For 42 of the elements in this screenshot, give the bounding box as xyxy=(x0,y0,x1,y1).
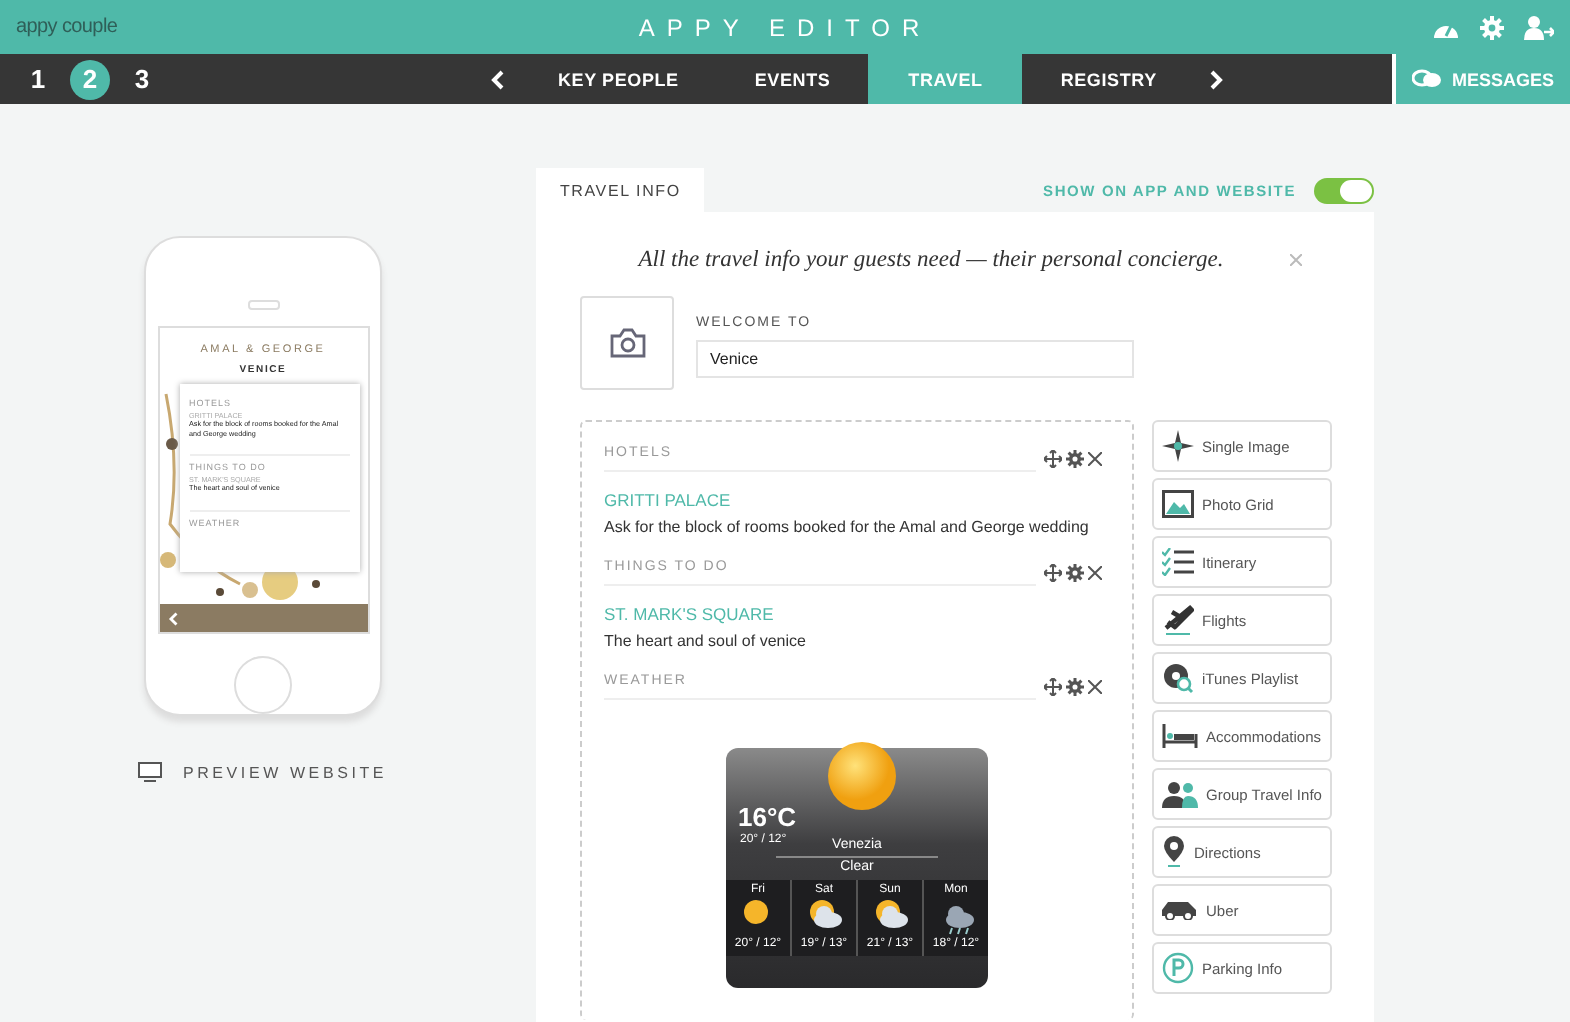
picture-icon xyxy=(1162,490,1194,519)
phone-speaker xyxy=(247,300,279,310)
move-icon[interactable] xyxy=(1044,450,1062,469)
step-button[interactable]: 1 xyxy=(18,59,58,99)
settings-icon[interactable] xyxy=(1066,678,1084,697)
intro-text: All the travel info your guests need — their personal concierge. xyxy=(635,248,1226,273)
item-description: Ask for the block of rooms booked for the Amal and George wedding xyxy=(604,518,1091,537)
editor-title: APPY EDITOR xyxy=(638,13,932,41)
close-icon[interactable] xyxy=(1088,566,1102,581)
checklist-icon xyxy=(1162,548,1194,577)
compass-star-icon xyxy=(1162,430,1194,463)
preview-website-link[interactable]: PREVIEW WEBSITE xyxy=(138,762,388,782)
music-search-icon xyxy=(1162,662,1194,695)
nav-tab[interactable]: EVENTS xyxy=(716,54,869,104)
car-icon xyxy=(1162,900,1198,921)
close-icon[interactable] xyxy=(1088,452,1102,467)
item-description: The heart and soul of venice xyxy=(604,632,808,651)
chevron-right-icon[interactable] xyxy=(1210,69,1225,89)
nav-tab[interactable]: REGISTRY xyxy=(1022,54,1195,104)
map-pin-icon xyxy=(1162,836,1186,869)
step-button[interactable]: 3 xyxy=(122,59,162,99)
camera-icon xyxy=(609,328,645,359)
item-name: ST. MARK'S SQUARE xyxy=(604,604,776,625)
parking-sign-icon xyxy=(1162,952,1194,985)
welcome-input[interactable]: Venice xyxy=(696,340,1134,379)
chevron-left-icon[interactable] xyxy=(490,69,504,89)
people-icon xyxy=(1162,780,1198,809)
airplane-icon xyxy=(1162,604,1194,637)
move-icon[interactable] xyxy=(1044,564,1062,583)
settings-icon[interactable] xyxy=(1066,450,1084,469)
close-icon[interactable] xyxy=(1088,680,1102,695)
move-icon[interactable] xyxy=(1044,678,1062,697)
photo-upload-button[interactable] xyxy=(580,296,674,391)
bed-icon xyxy=(1162,722,1198,751)
nav-tab[interactable]: KEY PEOPLE xyxy=(520,54,717,104)
item-name: GRITTI PALACE xyxy=(604,490,733,511)
settings-icon[interactable] xyxy=(1066,564,1084,583)
panel-tab[interactable]: TRAVEL INFO xyxy=(536,168,705,213)
monitor-icon xyxy=(138,762,163,782)
current-temperature: 16°C xyxy=(738,804,797,831)
chat-bubbles-icon xyxy=(1411,68,1442,90)
visibility-toggle[interactable] xyxy=(1314,177,1374,204)
